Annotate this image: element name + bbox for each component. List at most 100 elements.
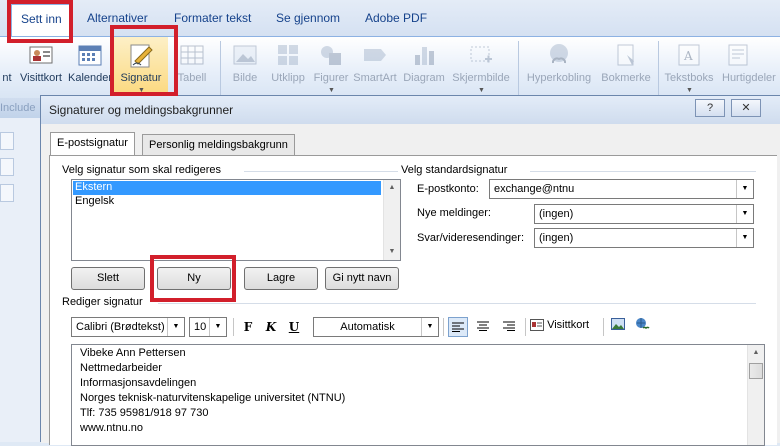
bookmark-icon [617,44,634,66]
ribbon-button-kalender[interactable]: Kalender [68,37,112,99]
business-card-label: Visittkort [547,319,590,331]
ribbon-button-diagram[interactable]: Diagram [402,37,446,99]
signature-line: www.ntnu.no [80,422,143,434]
background-document-area [0,118,40,442]
font-size-value: 10 [194,321,207,333]
delete-button[interactable]: Slett [71,267,145,290]
ribbon-button-skjermbilde[interactable]: Skjermbilde ▼ [448,37,514,99]
smartart-icon [364,49,386,61]
tab-se-gjennom[interactable]: Se gjennom [276,11,340,25]
chart-icon [415,47,434,65]
rename-button[interactable]: Gi nytt navn [325,267,399,290]
tab-personlig-meldingsbakgrunn[interactable]: Personlig meldingsbakgrunn [142,134,295,156]
align-left-button[interactable] [448,317,468,337]
chevron-down-icon[interactable]: ▼ [209,318,226,336]
toolbar-separator [525,318,526,336]
edit-signature-label: Rediger signatur [62,296,143,308]
align-center-button[interactable] [473,317,493,337]
default-signature-label: Velg standardsignatur [401,164,508,176]
business-card-icon [29,46,53,64]
chevron-down-icon: ▼ [478,87,485,94]
signature-line: Informasjonsavdelingen [80,377,197,389]
account-select[interactable]: exchange@ntnu ▼ [489,179,754,199]
group-divider [158,303,756,304]
new-messages-select[interactable]: (ingen) ▼ [534,204,754,224]
ribbon-button-label: Kalender [68,72,113,84]
signature-editor[interactable]: Vibeke Ann Pettersen Nettmedarbeider Inf… [71,344,765,446]
scroll-up-icon[interactable]: ▲ [748,345,764,361]
chevron-down-icon[interactable]: ▼ [736,205,753,223]
group-separator [518,41,519,95]
insert-hyperlink-button[interactable] [632,317,652,337]
save-button[interactable]: Lagre [244,267,318,290]
chevron-down-icon[interactable]: ▼ [736,229,753,247]
background-field [0,158,14,176]
underline-button[interactable]: U [284,317,304,337]
tab-alternativer[interactable]: Alternativer [87,11,148,25]
font-color-value: Automatisk [340,321,395,333]
align-right-button[interactable] [499,317,519,337]
background-field [0,184,14,202]
chevron-down-icon[interactable]: ▼ [421,318,438,336]
editor-scrollbar[interactable]: ▲ [747,345,764,445]
scroll-thumb[interactable] [749,363,763,379]
group-label-include: Include [0,102,36,114]
ribbon-button-hyperkobling[interactable]: Hyperkobling [524,37,594,99]
ribbon-button-utklipp[interactable]: Utklipp [268,37,308,99]
ribbon-button-bokmerke[interactable]: Bokmerke [598,37,654,99]
replies-label: Svar/videresendinger: [417,232,525,244]
ribbon-button-hurtigdeler[interactable]: Hurtigdeler [718,37,780,99]
list-item-engelsk[interactable]: Engelsk [73,195,381,209]
tab-e-postsignatur[interactable]: E-postsignatur [50,132,135,156]
ribbon-button-label: Diagram [403,72,445,84]
signature-line: Tlf: 735 95981/918 97 730 [80,407,209,419]
select-signature-label: Velg signatur som skal redigeres [62,164,221,176]
highlight-frame-sett-inn [7,0,73,43]
insert-picture-button[interactable] [608,317,628,337]
highlight-frame-signatur [110,25,178,96]
help-button[interactable]: ? [695,99,725,117]
toolbar-separator [443,318,444,336]
business-card-button[interactable]: Visittkort [530,319,589,337]
ribbon-button-label: Figurer [313,72,349,84]
ribbon-button-bilde[interactable]: Bilde [224,37,266,99]
picture-icon [611,318,625,330]
list-item-ekstern[interactable]: Ekstern [73,181,381,195]
ribbon-button-tabell[interactable]: Tabell [172,37,212,99]
font-size-select[interactable]: 10 ▼ [189,317,227,337]
replies-select[interactable]: (ingen) ▼ [534,228,754,248]
bold-button[interactable]: F [238,317,258,337]
group-divider [530,171,756,172]
tab-adobe-pdf[interactable]: Adobe PDF [365,11,427,25]
ribbon-button-figurer[interactable]: Figurer ▼ [310,37,352,99]
chevron-down-icon: ▼ [686,87,693,94]
scroll-up-icon[interactable]: ▲ [384,180,400,196]
scroll-down-icon[interactable]: ▼ [384,244,400,260]
ribbon-button-tekstboks[interactable]: A Tekstboks ▼ [662,37,716,99]
ribbon-button-label: Hurtigdeler [722,72,776,84]
chevron-down-icon[interactable]: ▼ [167,318,184,336]
close-button[interactable]: ✕ [731,99,761,117]
font-color-select[interactable]: Automatisk ▼ [313,317,439,337]
new-messages-value: (ingen) [539,208,574,220]
ribbon-button-label: Hyperkobling [526,72,592,84]
font-select[interactable]: Calibri (Brødtekst) ▼ [71,317,185,337]
ribbon-button-visittkort[interactable]: Visittkort [16,37,66,99]
hyperlink-icon [550,44,568,64]
new-messages-label: Nye meldinger: [417,207,491,219]
list-scrollbar[interactable]: ▲ ▼ [383,180,400,260]
background-field [0,132,14,150]
ribbon-button-attach[interactable]: nt [0,37,14,99]
chevron-down-icon[interactable]: ▼ [736,180,753,198]
screenshot-icon [470,46,492,63]
signature-line: Norges teknisk-naturvitenskapelige unive… [80,392,346,404]
tab-formater-tekst[interactable]: Formater tekst [174,11,251,25]
ribbon-button-smartart[interactable]: SmartArt [352,37,398,99]
table-icon [180,45,204,65]
calendar-icon [78,45,102,66]
italic-button[interactable]: K [261,317,281,337]
ribbon-button-label: Bilde [232,72,258,84]
group-separator [658,41,659,95]
signature-list[interactable]: Ekstern Engelsk ▲ ▼ [71,179,401,261]
ribbon-button-label: Tabell [177,72,207,84]
